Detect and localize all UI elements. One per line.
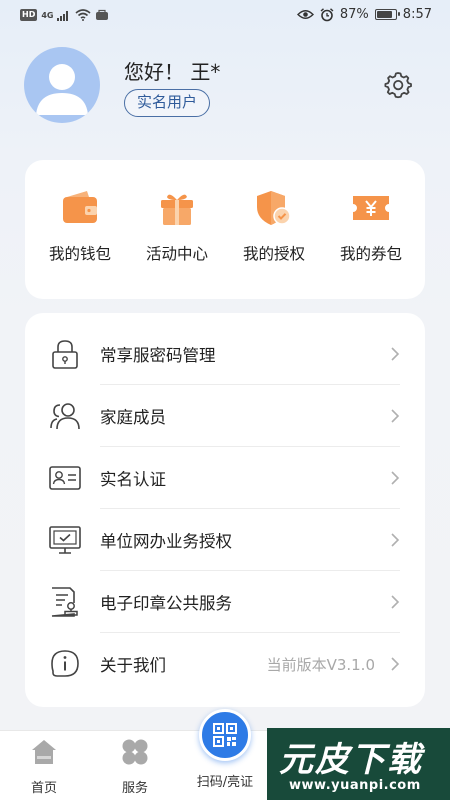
nav-tab-services[interactable]: 服务 [100, 737, 170, 796]
watermark-text: 元皮下载 [279, 740, 423, 780]
menu-item-real-name-verification[interactable]: 实名认证 [25, 447, 425, 509]
chevron-right-icon [390, 593, 400, 611]
greeting-text: 您好！ 王* [124, 60, 221, 84]
menu-item-label: 关于我们 [100, 656, 166, 675]
menu-item-label: 单位网办业务授权 [100, 532, 232, 551]
home-icon [32, 740, 56, 764]
menu-item-label: 电子印章公共服务 [100, 594, 232, 613]
nav-tab-home[interactable]: 首页 [9, 737, 79, 796]
nav-tab-scan[interactable]: 扫码/亮证 [185, 771, 265, 790]
document-stamp-icon [49, 587, 81, 617]
menu-item-password-management[interactable]: 常享服密码管理 [25, 323, 425, 385]
status-bar: HD 4G 87% 8:57 [0, 0, 450, 32]
network-type: 4G [41, 10, 54, 20]
alarm-icon [320, 7, 334, 21]
quick-action-wallet[interactable]: 我的钱包 [30, 188, 130, 264]
nav-label-services: 服务 [121, 781, 148, 796]
avatar[interactable] [24, 47, 100, 123]
menu-item-about-us[interactable]: 关于我们 当前版本V3.1.0 [25, 633, 425, 695]
chevron-right-icon [390, 655, 400, 673]
user-silhouette-icon [36, 64, 88, 115]
monitor-check-icon [49, 525, 81, 555]
battery-percent: 87% [339, 7, 369, 22]
gear-icon [384, 72, 412, 99]
shield-check-icon [254, 188, 294, 228]
menu-item-electronic-seal-service[interactable]: 电子印章公共服务 [25, 571, 425, 633]
quick-action-label: 我的券包 [339, 245, 402, 263]
gift-icon [157, 188, 197, 228]
menu-item-family-members[interactable]: 家庭成员 [25, 385, 425, 447]
eye-icon [296, 10, 314, 19]
hd-indicator: HD [20, 9, 38, 21]
chevron-right-icon [390, 407, 400, 425]
watermark-url: www.yuanpi.com [289, 778, 421, 793]
quick-action-coupons[interactable]: 我的券包 [321, 188, 421, 264]
chevron-right-icon [390, 469, 400, 487]
quick-action-label: 活动中心 [145, 245, 208, 263]
quick-action-activity-center[interactable]: 活动中心 [127, 188, 227, 264]
signal-icon [57, 10, 69, 21]
settings-menu-card: 常享服密码管理 家庭成员 实名认证 单位网办业务授权 电子印章公共服务 关于我们… [25, 313, 425, 707]
scan-qr-button[interactable] [199, 709, 251, 761]
quick-action-my-authorization[interactable]: 我的授权 [224, 188, 324, 264]
settings-button[interactable] [383, 70, 413, 100]
lock-icon [49, 339, 81, 369]
wallet-icon [60, 188, 100, 228]
menu-item-label: 实名认证 [100, 470, 166, 489]
chevron-right-icon [390, 345, 400, 363]
menu-item-unit-business-authorization[interactable]: 单位网办业务授权 [25, 509, 425, 571]
status-right: 87% 8:57 [296, 7, 432, 22]
nav-label-home: 首页 [30, 781, 57, 796]
app-version-text: 当前版本V3.1.0 [266, 656, 375, 674]
menu-item-label: 家庭成员 [100, 408, 166, 427]
nav-label-scan: 扫码/亮证 [196, 775, 254, 790]
verified-user-badge[interactable]: 实名用户 [124, 89, 211, 117]
chevron-right-icon [390, 531, 400, 549]
clover-grid-icon [122, 739, 148, 765]
qr-code-icon [213, 723, 237, 747]
battery-icon [374, 9, 400, 20]
wifi-icon [75, 9, 92, 21]
info-bubble-icon [49, 649, 81, 679]
clock: 8:57 [402, 7, 432, 22]
vpn-icon [96, 9, 109, 20]
id-card-icon [49, 463, 81, 493]
battery-level-fill [376, 11, 392, 18]
watermark-logo: 元皮下载 www.yuanpi.com [267, 728, 450, 800]
coupon-yen-icon [351, 188, 391, 228]
menu-item-label: 常享服密码管理 [100, 346, 216, 365]
quick-action-label: 我的授权 [242, 245, 305, 263]
quick-action-label: 我的钱包 [48, 245, 111, 263]
quick-actions-card: 我的钱包 活动中心 我的授权 我的券包 [25, 160, 425, 299]
status-left: HD 4G [20, 9, 109, 21]
family-members-icon [49, 401, 81, 431]
